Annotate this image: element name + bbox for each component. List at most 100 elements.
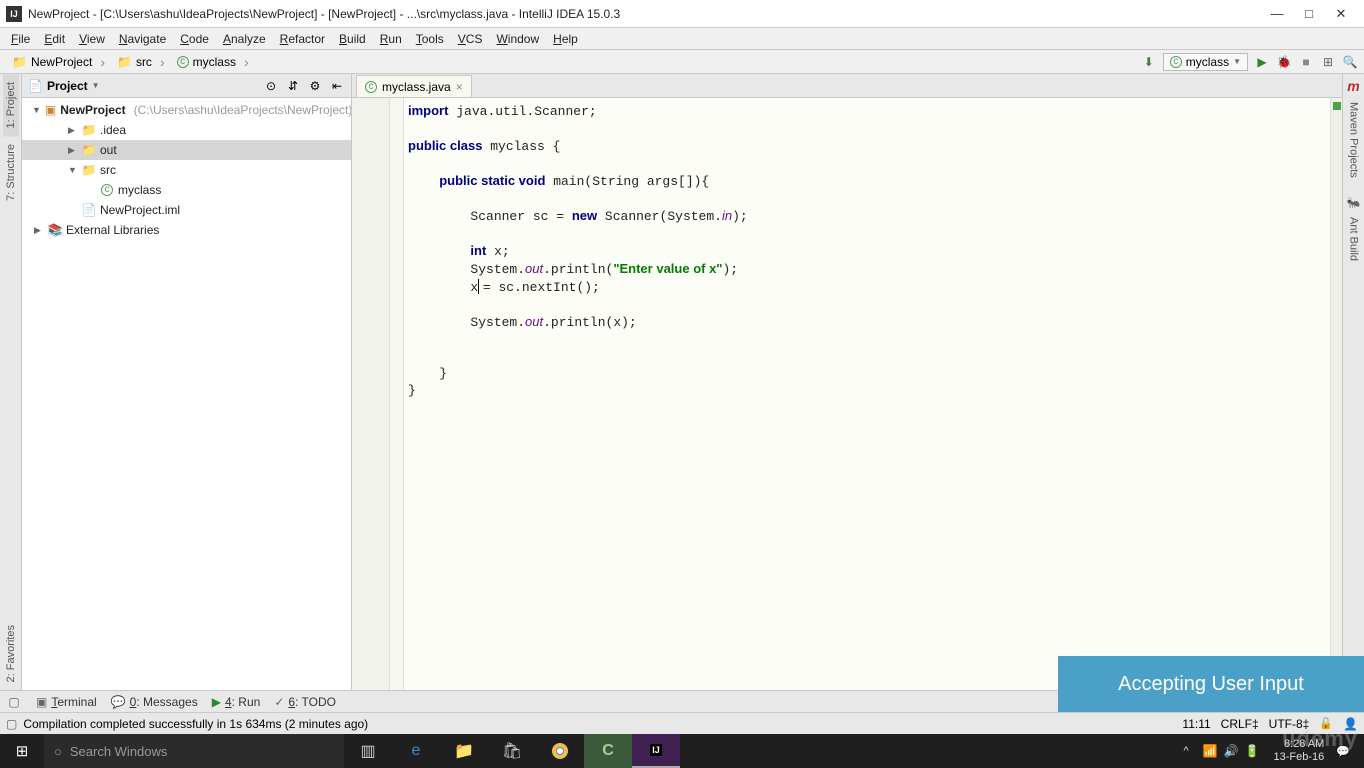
- close-tab-icon[interactable]: ×: [456, 80, 463, 94]
- editor-marker-bar[interactable]: [1330, 98, 1342, 690]
- editor-gutter[interactable]: [352, 98, 390, 690]
- tray-chevron-icon[interactable]: ^: [1178, 745, 1195, 757]
- hector-icon[interactable]: 👤: [1343, 717, 1358, 731]
- editor-tabs: c myclass.java ×: [352, 74, 1342, 98]
- root-path: (C:\Users\ashu\IdeaProjects\NewProject): [134, 103, 351, 117]
- menu-code[interactable]: Code: [173, 30, 216, 48]
- start-button[interactable]: ⊞: [0, 734, 44, 768]
- breadcrumb-newproject[interactable]: 📁NewProject›: [6, 54, 111, 70]
- ext-lib-label: External Libraries: [66, 223, 159, 237]
- breadcrumb-src[interactable]: 📁src›: [111, 54, 171, 70]
- volume-icon[interactable]: 🔊: [1224, 744, 1239, 758]
- menu-analyze[interactable]: Analyze: [216, 30, 273, 48]
- line-separator[interactable]: CRLF‡: [1221, 717, 1259, 731]
- intellij-taskbar-icon[interactable]: IJ: [632, 734, 680, 768]
- structure-tool-tab[interactable]: 7: Structure: [3, 136, 19, 209]
- menu-file[interactable]: File: [4, 30, 37, 48]
- bottom-tool-todo[interactable]: ✓6: TODO: [274, 695, 336, 709]
- taskbar-clock[interactable]: 8:28 AM 13-Feb-16: [1268, 738, 1331, 764]
- taskbar-search[interactable]: ○ Search Windows: [44, 734, 344, 768]
- maximize-button[interactable]: □: [1302, 7, 1316, 21]
- menu-help[interactable]: Help: [546, 30, 585, 48]
- file-encoding[interactable]: UTF-8‡: [1269, 717, 1310, 731]
- clock-date: 13-Feb-16: [1274, 751, 1325, 764]
- project-view-icon: 📄: [28, 79, 43, 93]
- ant-icon: 🐜: [1347, 196, 1361, 209]
- window-title: NewProject - [C:\Users\ashu\IdeaProjects…: [28, 7, 1270, 21]
- minimize-button[interactable]: —: [1270, 7, 1284, 21]
- bottom-tool-messages[interactable]: 💬0: Messages: [111, 695, 198, 709]
- gear-icon[interactable]: ⚙: [307, 78, 323, 94]
- chrome-icon[interactable]: [536, 734, 584, 768]
- editor-tab-myclass[interactable]: c myclass.java ×: [356, 75, 472, 97]
- maven-icon: m: [1347, 74, 1359, 94]
- network-icon[interactable]: 📶: [1203, 744, 1218, 758]
- menu-bar: FileEditViewNavigateCodeAnalyzeRefactorB…: [0, 28, 1364, 50]
- class-icon: c: [365, 81, 377, 93]
- editor-fold-gutter[interactable]: [390, 98, 404, 690]
- editor-area: c myclass.java × import java.util.Scanne…: [352, 74, 1342, 690]
- banner-text: Accepting User Input: [1118, 673, 1304, 696]
- collapse-all-icon[interactable]: ⇵: [285, 78, 301, 94]
- inspection-ok-marker: [1333, 102, 1341, 110]
- tree-node--idea[interactable]: ▶📁.idea: [22, 120, 351, 140]
- code-editor[interactable]: import java.util.Scanner; public class m…: [404, 98, 1330, 690]
- right-tool-strip: m Maven Projects 🐜 Ant Build: [1342, 74, 1364, 690]
- project-panel-title[interactable]: Project: [47, 79, 88, 93]
- notifications-icon[interactable]: 💬: [1330, 745, 1356, 758]
- tool-windows-icon[interactable]: ▢: [6, 694, 22, 710]
- menu-build[interactable]: Build: [332, 30, 373, 48]
- project-tree[interactable]: ▼ ▣ NewProject (C:\Users\ashu\IdeaProjec…: [22, 98, 351, 690]
- chevron-down-icon[interactable]: ▼: [92, 81, 100, 90]
- project-structure-icon[interactable]: ⊞: [1320, 54, 1336, 70]
- tree-node-myclass[interactable]: cmyclass: [22, 180, 351, 200]
- cortana-icon: ○: [54, 744, 62, 759]
- menu-navigate[interactable]: Navigate: [112, 30, 173, 48]
- menu-tools[interactable]: Tools: [409, 30, 451, 48]
- explorer-icon[interactable]: 📁: [440, 734, 488, 768]
- stop-button-icon[interactable]: ■: [1298, 54, 1314, 70]
- run-configuration-selector[interactable]: c myclass ▼: [1163, 53, 1248, 71]
- menu-edit[interactable]: Edit: [37, 30, 72, 48]
- breadcrumb-myclass[interactable]: cmyclass›: [171, 54, 255, 70]
- run-button-icon[interactable]: ▶: [1254, 54, 1270, 70]
- search-everywhere-icon[interactable]: 🔍: [1342, 54, 1358, 70]
- status-icon: ▢: [6, 717, 17, 731]
- tree-node-out[interactable]: ▶📁out: [22, 140, 351, 160]
- editor-tab-label: myclass.java: [382, 80, 451, 94]
- scroll-from-source-icon[interactable]: ⊙: [263, 78, 279, 94]
- menu-refactor[interactable]: Refactor: [273, 30, 332, 48]
- menu-run[interactable]: Run: [373, 30, 409, 48]
- caret-position[interactable]: 11:11: [1182, 717, 1210, 731]
- camtasia-icon[interactable]: C: [584, 734, 632, 768]
- bottom-tool-terminal[interactable]: ▣Terminal: [36, 695, 97, 709]
- windows-taskbar: ⊞ ○ Search Windows ▥ e 📁 🛍 C IJ ^ 📶 🔊 🔋 …: [0, 734, 1364, 768]
- bottom-tool-run[interactable]: ▶4: Run: [212, 695, 261, 709]
- run-config-label: myclass: [1186, 55, 1229, 69]
- class-icon: c: [1170, 56, 1182, 68]
- make-project-icon[interactable]: ⬇: [1141, 54, 1157, 70]
- root-label: NewProject: [60, 103, 125, 117]
- status-bar: ▢ Compilation completed successfully in …: [0, 712, 1364, 734]
- edge-icon[interactable]: e: [392, 734, 440, 768]
- tree-node-src[interactable]: ▼📁src: [22, 160, 351, 180]
- task-view-icon[interactable]: ▥: [344, 734, 392, 768]
- tree-root[interactable]: ▼ ▣ NewProject (C:\Users\ashu\IdeaProjec…: [22, 100, 351, 120]
- ant-tool-tab[interactable]: Ant Build: [1346, 209, 1362, 269]
- readonly-toggle-icon[interactable]: 🔓: [1319, 717, 1333, 730]
- favorites-tool-tab[interactable]: 2: Favorites: [3, 617, 19, 690]
- debug-button-icon[interactable]: 🐞: [1276, 54, 1292, 70]
- battery-icon[interactable]: 🔋: [1245, 744, 1260, 758]
- maven-tool-tab[interactable]: Maven Projects: [1346, 94, 1362, 186]
- menu-vcs[interactable]: VCS: [451, 30, 490, 48]
- store-icon[interactable]: 🛍: [488, 734, 536, 768]
- close-button[interactable]: ✕: [1334, 7, 1348, 21]
- menu-view[interactable]: View: [72, 30, 112, 48]
- search-placeholder: Search Windows: [70, 744, 168, 759]
- navigation-bar: 📁NewProject›📁src›cmyclass› ⬇ c myclass ▼…: [0, 50, 1364, 74]
- hide-icon[interactable]: ⇤: [329, 78, 345, 94]
- external-libraries[interactable]: ▶ 📚 External Libraries: [22, 220, 351, 240]
- menu-window[interactable]: Window: [489, 30, 546, 48]
- project-tool-tab[interactable]: 1: Project: [3, 74, 19, 136]
- tree-node-newproject-iml[interactable]: 📄NewProject.iml: [22, 200, 351, 220]
